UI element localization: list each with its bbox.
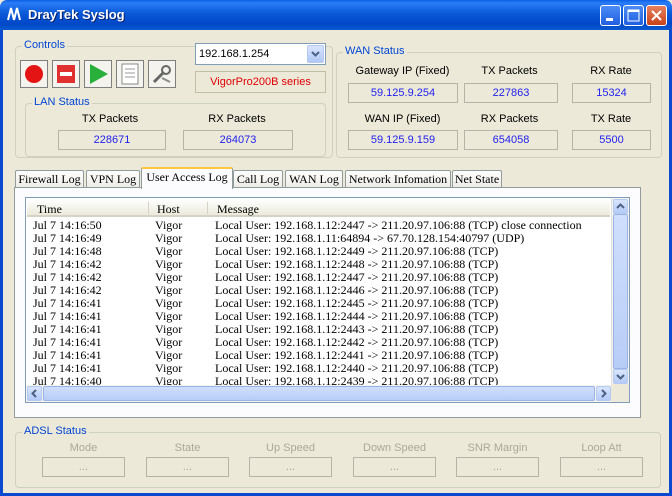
column-divider[interactable] <box>148 202 149 214</box>
stop-button[interactable] <box>52 60 80 88</box>
wan-ip-value: 59.125.9.159 <box>348 130 458 150</box>
lan-rx-packets-value: 264073 <box>183 130 293 150</box>
controls-label: Controls <box>22 39 67 51</box>
lan-status-label: LAN Status <box>32 96 92 108</box>
horizontal-scroll-thumb[interactable] <box>43 386 595 401</box>
adsl-down-speed-value: ... <box>353 457 436 477</box>
stop-icon <box>57 65 75 83</box>
scrollbar-corner <box>611 384 629 402</box>
document-button[interactable] <box>116 60 144 88</box>
maximize-button[interactable] <box>623 5 644 26</box>
wan-status-label: WAN Status <box>343 45 407 57</box>
tab-call-log[interactable]: Call Log <box>233 170 283 188</box>
minimize-button[interactable] <box>600 5 621 26</box>
router-ip-select[interactable]: 192.168.1.254 <box>195 43 326 65</box>
horizontal-scrollbar[interactable] <box>26 385 612 402</box>
rx-rate-label: RX Rate <box>590 65 632 77</box>
rx-rate-value: 15324 <box>572 83 651 103</box>
adsl-down-speed-label: Down Speed <box>363 442 426 454</box>
window-title: DrayTek Syslog <box>28 7 125 22</box>
minimize-icon <box>606 18 613 21</box>
chevron-up-icon <box>616 203 625 209</box>
tab-firewall-log[interactable]: Firewall Log <box>15 170 84 188</box>
wan-tx-packets-value: 227863 <box>464 83 558 103</box>
adsl-mode-value: ... <box>42 457 125 477</box>
wan-rx-packets-value: 654058 <box>464 130 558 150</box>
adsl-loop-att-value: ... <box>560 457 643 477</box>
record-button[interactable] <box>20 60 48 88</box>
chevron-down-icon <box>311 51 320 57</box>
tab-wan-log[interactable]: WAN Log <box>285 170 343 188</box>
vertical-scrollbar[interactable] <box>611 198 629 385</box>
gateway-ip-value: 59.125.9.254 <box>348 83 458 103</box>
column-header-host[interactable]: Host <box>157 202 180 217</box>
adsl-snr-margin-label: SNR Margin <box>467 442 528 454</box>
adsl-up-speed-label: Up Speed <box>266 442 315 454</box>
log-list-header: Time Host Message <box>27 199 610 217</box>
adsl-snr-margin-value: ... <box>456 457 539 477</box>
column-header-time[interactable]: Time <box>37 202 62 217</box>
vertical-scroll-thumb[interactable] <box>613 214 628 369</box>
column-header-message[interactable]: Message <box>217 202 259 217</box>
chevron-down-icon <box>616 374 625 380</box>
adsl-state-label: State <box>174 442 201 454</box>
tools-icon <box>152 65 171 84</box>
scroll-right-button[interactable] <box>596 386 611 401</box>
scroll-up-button[interactable] <box>613 199 628 214</box>
tx-rate-value: 5500 <box>572 130 651 150</box>
router-ip-dropdown-button[interactable] <box>307 45 324 63</box>
wan-ip-label: WAN IP (Fixed) <box>364 113 441 125</box>
tools-button[interactable] <box>148 60 176 88</box>
lan-tx-packets-value: 228671 <box>58 130 166 150</box>
tab-vpn-log[interactable]: VPN Log <box>86 170 140 188</box>
lan-tx-packets-label: TX Packets <box>81 113 139 125</box>
model-display: VigorPro200B series <box>195 71 326 93</box>
maximize-icon <box>627 9 640 22</box>
close-button[interactable] <box>646 5 667 26</box>
tx-rate-label: TX Rate <box>590 113 632 125</box>
wan-tx-packets-label: TX Packets <box>481 65 538 77</box>
adsl-up-speed-value: ... <box>249 457 332 477</box>
gateway-ip-label: Gateway IP (Fixed) <box>355 65 450 77</box>
log-list[interactable]: Time Host Message Jul 7 14:16:50 Vigor Loc… <box>25 197 630 403</box>
title-bar: DrayTek Syslog <box>0 0 672 30</box>
draytek-app-icon <box>7 7 21 21</box>
tab-user-access-log[interactable]: User Access Log <box>141 167 233 189</box>
chevron-left-icon <box>31 389 37 398</box>
adsl-state-value: ... <box>146 457 229 477</box>
chevron-right-icon <box>601 389 607 398</box>
router-ip-value: 192.168.1.254 <box>199 48 270 60</box>
document-icon <box>121 63 139 85</box>
record-icon <box>25 65 43 83</box>
tab-network-information[interactable]: Network Infomation <box>345 170 451 188</box>
adsl-loop-att-label: Loop Att <box>581 442 622 454</box>
wan-rx-packets-label: RX Packets <box>480 113 539 125</box>
lan-rx-packets-label: RX Packets <box>208 113 266 125</box>
adsl-status-label: ADSL Status <box>22 425 89 437</box>
adsl-mode-label: Mode <box>69 442 98 454</box>
play-button[interactable] <box>84 60 112 88</box>
scroll-left-button[interactable] <box>27 386 42 401</box>
scroll-down-button[interactable] <box>613 369 628 384</box>
column-divider[interactable] <box>207 202 208 214</box>
tab-net-state[interactable]: Net State <box>452 170 502 188</box>
play-icon <box>90 64 108 84</box>
close-icon <box>651 10 662 21</box>
